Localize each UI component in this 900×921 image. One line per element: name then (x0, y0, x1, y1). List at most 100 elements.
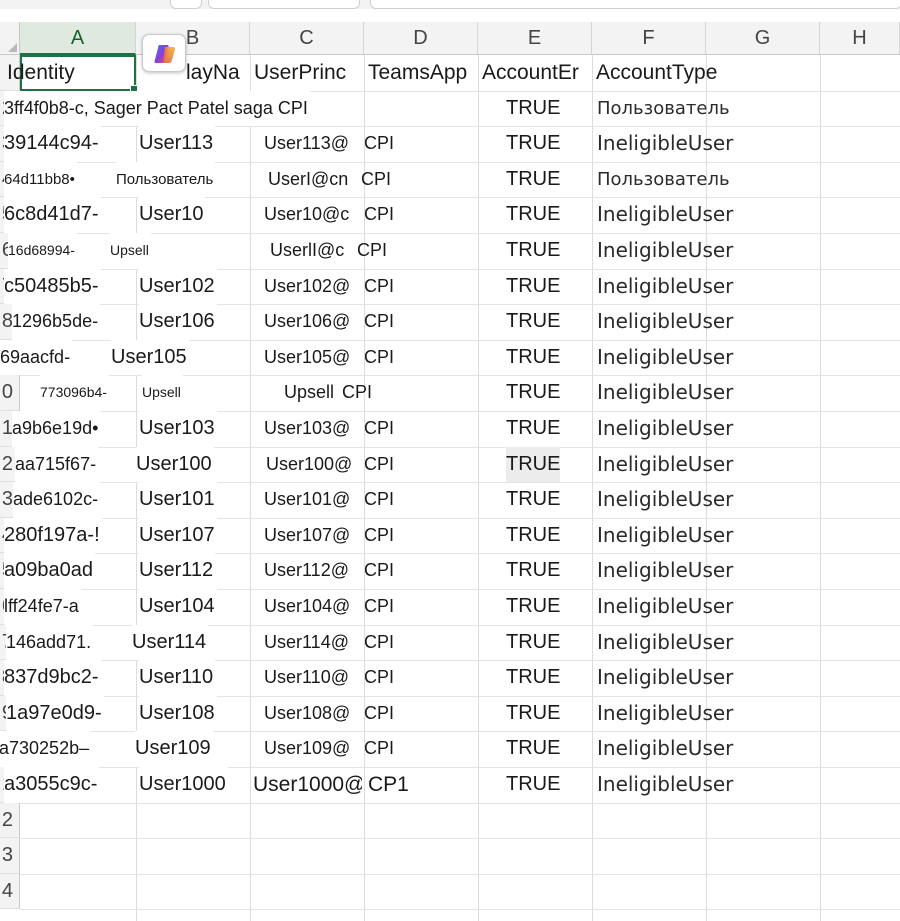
cell-identity[interactable]: a09ba0ad (4, 553, 95, 589)
cell-identity[interactable]: 837d9bc2- (4, 660, 101, 696)
cell-account-type[interactable]: IneligibleUser (597, 589, 733, 625)
cell-identity[interactable]: 3ff4f0b8-c, Sager Pact Patel saga CPI (4, 90, 310, 127)
cell-display-name[interactable]: User114 (132, 624, 209, 661)
cell-display-name[interactable]: User102 (139, 268, 217, 305)
cell-user-principal[interactable]: Upsell (284, 375, 334, 411)
cell-user-principal[interactable]: User103@ (264, 411, 350, 447)
cell-teams-app[interactable]: CPI (361, 162, 391, 198)
cell-account-enabled[interactable]: TRUE (506, 589, 560, 625)
cell-identity[interactable]: ade6102c- (13, 482, 101, 518)
column-header-a[interactable]: A (20, 22, 136, 55)
cell-account-enabled[interactable]: TRUE (506, 731, 560, 767)
cell-teams-app[interactable]: CPI (364, 411, 394, 447)
cell-teams-app[interactable]: CPI (342, 375, 372, 411)
cell-user-principal[interactable]: User10@c (264, 197, 349, 233)
cell-user-principal[interactable]: UserI@cn (268, 162, 348, 198)
cell-display-name[interactable]: User113 (139, 126, 216, 162)
cell-teams-app[interactable]: CPI (364, 340, 394, 376)
cell-user-principal[interactable]: User106@ (264, 304, 350, 340)
tab-edge-2[interactable] (208, 0, 360, 9)
row-header[interactable]: 2 (0, 802, 20, 839)
cell-display-name[interactable]: User106 (139, 304, 217, 340)
header-cell-d[interactable]: TeamsApp (368, 55, 467, 91)
cell-user-principal[interactable]: User100@ (266, 447, 352, 483)
cell-teams-app[interactable]: CPI (364, 126, 394, 162)
cell-user-principal[interactable]: User109@ (264, 731, 350, 767)
cell-teams-app[interactable]: CPI (364, 269, 394, 305)
cell-identity[interactable]: 39144c94- (4, 126, 101, 162)
spreadsheet-grid[interactable]: ABCDEFGH23456789012345678901234Identityl… (0, 22, 900, 921)
cell-identity[interactable]: lff24fe7-a (4, 589, 81, 625)
column-header-f[interactable]: F (592, 22, 706, 55)
cell-account-enabled[interactable]: TRUE (506, 197, 560, 233)
cell-account-type[interactable]: Пользователь (597, 162, 730, 198)
cell-account-type[interactable]: IneligibleUser (597, 411, 733, 447)
cell-display-name[interactable]: User104 (139, 589, 217, 625)
cell-account-type[interactable]: IneligibleUser (597, 553, 733, 589)
cell-account-enabled[interactable]: TRUE (506, 126, 560, 162)
cell-display-name[interactable]: Пользователь (116, 161, 216, 198)
cell-user-principal[interactable]: User104@ (264, 589, 350, 625)
cell-display-name[interactable]: Upsell (142, 375, 183, 411)
tab-edge-1[interactable] (170, 0, 202, 9)
cell-account-enabled[interactable]: TRUE (506, 482, 560, 518)
cell-identity[interactable]: a3055c9c- (4, 767, 100, 803)
cell-teams-app[interactable]: CPI (364, 660, 394, 696)
cell-account-type[interactable]: IneligibleUser (597, 518, 733, 554)
cell-account-type[interactable]: Пользователь (597, 91, 730, 127)
cell-identity[interactable]: a9b6e19d• (12, 411, 101, 447)
cell-user-principal[interactable]: User1000@ (253, 767, 362, 803)
cell-account-enabled[interactable]: TRUE (506, 660, 560, 696)
cell-display-name[interactable]: User110 (139, 660, 216, 696)
cell-user-principal[interactable]: UserlI@c (270, 233, 344, 269)
cell-teams-app[interactable]: CPI (364, 696, 394, 732)
cell-identity[interactable]: 280f197a-! (4, 517, 102, 554)
cell-display-name[interactable]: User100 (136, 446, 214, 483)
cell-teams-app[interactable]: CP1 (368, 767, 409, 803)
cell-user-principal[interactable]: User108@ (264, 696, 350, 732)
cell-user-principal[interactable]: User102@ (264, 269, 350, 305)
cell-identity[interactable]: aa715f67- (15, 446, 99, 483)
copilot-button[interactable] (142, 34, 186, 72)
header-cell-e[interactable]: AccountEr (482, 55, 579, 91)
cell-user-principal[interactable]: User105@ (264, 340, 350, 376)
cell-account-enabled[interactable]: TRUE (506, 767, 560, 803)
cell-teams-app[interactable]: CPI (364, 589, 394, 625)
cell-account-type[interactable]: IneligibleUser (597, 731, 733, 767)
cell-identity[interactable]: 1a97e0d9- (6, 695, 104, 732)
cell-account-enabled[interactable]: TRUE (506, 162, 560, 198)
cell-account-enabled[interactable]: TRUE (506, 375, 560, 411)
header-cell-c[interactable]: UserPrinc (254, 55, 346, 91)
cell-teams-app[interactable]: CPI (364, 197, 394, 233)
cell-identity[interactable]: c50485b5- (4, 268, 101, 305)
cell-account-type[interactable]: IneligibleUser (597, 197, 733, 233)
header-cell-f[interactable]: AccountType (596, 55, 717, 91)
cell-display-name[interactable]: User10 (139, 197, 206, 233)
cell-account-enabled[interactable]: TRUE (506, 553, 560, 589)
cell-teams-app[interactable]: CPI (364, 625, 394, 661)
column-header-g[interactable]: G (706, 22, 820, 55)
cell-account-type[interactable]: IneligibleUser (597, 625, 733, 661)
cell-user-principal[interactable]: User112@ (264, 553, 349, 589)
tab-edge-3[interactable] (370, 0, 900, 9)
cell-account-enabled[interactable]: TRUE (506, 91, 560, 127)
cell-account-type[interactable]: IneligibleUser (597, 233, 733, 269)
header-cell-b[interactable]: layNa (186, 55, 240, 91)
cell-account-type[interactable]: IneligibleUser (597, 340, 733, 376)
cell-teams-app[interactable]: CPI (364, 482, 394, 518)
row-header[interactable]: 3 (0, 838, 20, 874)
cell-display-name[interactable]: User101 (139, 482, 217, 518)
cell-identity[interactable]: 6c8d41d7- (4, 197, 101, 233)
cell-user-principal[interactable]: User113@ (264, 126, 349, 162)
cell-display-name[interactable]: Upsell (110, 233, 151, 269)
cell-identity[interactable]: 146add71. (6, 624, 94, 661)
cell-identity[interactable]: 1296b5de- (12, 304, 101, 340)
cell-identity[interactable]: 64d11bb8• (4, 161, 77, 198)
cell-display-name[interactable]: User1000 (139, 767, 228, 803)
cell-account-type[interactable]: IneligibleUser (597, 304, 733, 340)
cell-account-enabled[interactable]: TRUE (506, 518, 560, 554)
cell-display-name[interactable]: User103 (139, 411, 217, 447)
cell-display-name[interactable]: User105 (111, 339, 189, 376)
cell-account-type[interactable]: IneligibleUser (597, 375, 733, 411)
header-cell-a[interactable]: Identity (7, 55, 75, 91)
